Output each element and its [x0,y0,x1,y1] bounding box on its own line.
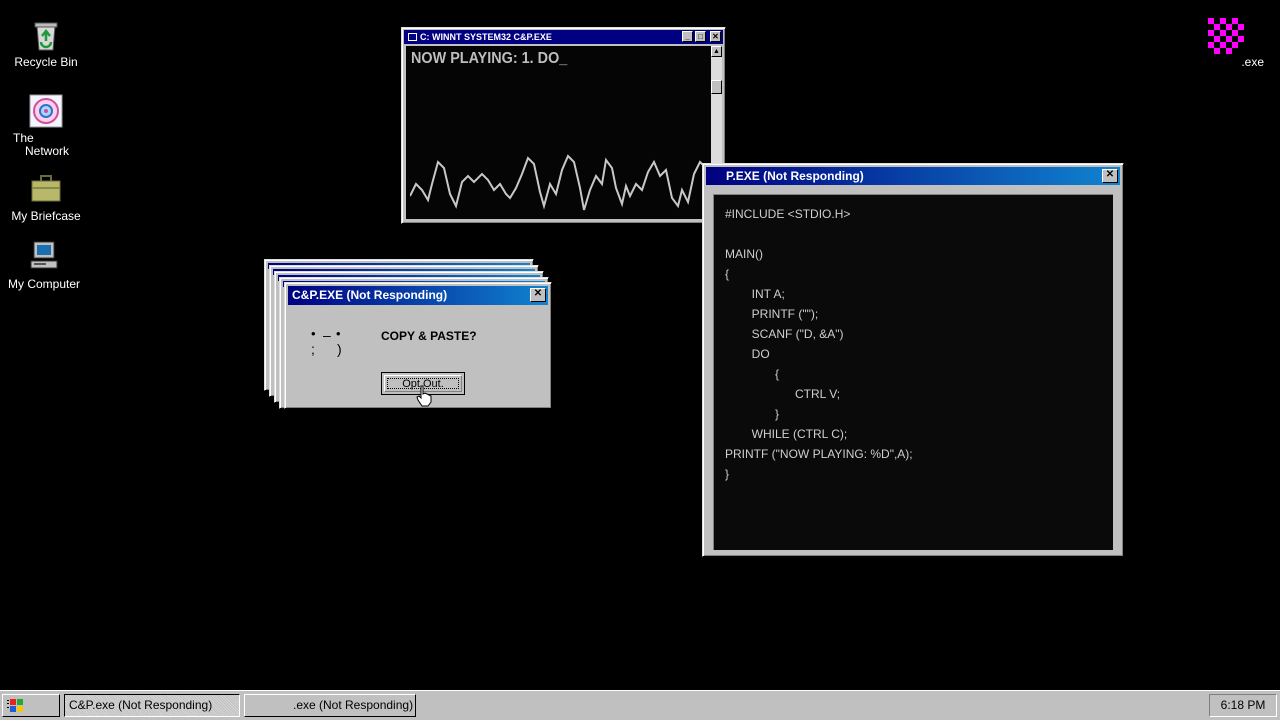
close-button[interactable]: ✕ [1102,169,1118,183]
scroll-thumb[interactable] [711,80,722,94]
sad-face-icon: • – • ; ) [309,326,349,358]
my-computer-label: My Computer [7,277,81,291]
copy-paste-dialog[interactable]: C&P.EXE (Not Responding) ✕ • – • ; ) COP… [284,282,552,409]
close-button[interactable]: ✕ [710,31,721,42]
svg-text:•: • [311,326,316,341]
audio-waveform [410,154,707,211]
console-output: NOW PLAYING: 1. DO_ [406,46,711,219]
taskbar-item-label: C&P.exe (Not Responding) [69,698,213,712]
dialog-title: C&P.EXE (Not Responding) [292,288,448,302]
desktop-icon-the-network[interactable]: The Network [1,94,91,158]
checkered-exe-icon [1208,18,1244,54]
svg-text:): ) [337,341,342,357]
clock-text: 6:18 PM [1220,698,1266,712]
hand-cursor-icon [416,385,432,407]
taskbar-item-exe[interactable]: .exe (Not Responding) [244,694,416,717]
desktop-icon-recycle-bin[interactable]: Recycle Bin [1,18,91,69]
code-listing: #INCLUDE <STDIO.H> MAIN() { INT A; PRINT… [725,207,913,481]
dialog-titlebar[interactable]: C&P.EXE (Not Responding) ✕ [288,286,548,305]
desktop-icon-exe[interactable]: .exe [1200,18,1268,69]
svg-text:•: • [336,326,341,341]
svg-text:–: – [323,327,331,343]
recycle-bin-icon [29,18,63,52]
svg-text:;: ; [311,341,315,357]
console-app-icon [408,33,417,41]
desktop-icon-my-computer[interactable]: My Computer [0,240,89,291]
network-label-line2: Network [25,144,70,158]
taskbar-item-cp-exe[interactable]: C&P.exe (Not Responding) [64,694,240,717]
console-titlebar[interactable]: C: WINNT SYSTEM32 C&P.EXE _ □ ✕ [404,30,723,44]
start-button[interactable] [2,694,60,717]
system-tray-clock[interactable]: 6:18 PM [1209,694,1277,717]
windows-logo-icon [7,699,23,712]
code-window[interactable]: P.EXE (Not Responding) ✕ #INCLUDE <STDIO… [702,163,1124,557]
console-window[interactable]: C: WINNT SYSTEM32 C&P.EXE _ □ ✕ NOW PLAY… [401,27,726,224]
taskbar-item-label: .exe (Not Responding) [293,698,414,712]
network-icon [29,94,63,128]
close-button[interactable]: ✕ [530,288,546,302]
desktop-icon-my-briefcase[interactable]: My Briefcase [1,172,91,223]
briefcase-icon [29,172,63,206]
scroll-up-arrow[interactable]: ▲ [711,46,722,57]
briefcase-label: My Briefcase [11,209,81,223]
dialog-message: COPY & PASTE? [381,329,477,343]
code-titlebar[interactable]: P.EXE (Not Responding) ✕ [706,167,1120,185]
maximize-button[interactable]: □ [695,31,706,42]
taskbar: C&P.exe (Not Responding) .exe (Not Respo… [0,690,1280,720]
console-title: C: WINNT SYSTEM32 C&P.EXE [420,32,552,42]
code-window-title: P.EXE (Not Responding) [726,169,864,183]
computer-icon [27,240,61,274]
recycle-bin-label: Recycle Bin [14,55,78,69]
exe-label: .exe [1241,55,1264,69]
minimize-button[interactable]: _ [682,31,693,42]
now-playing-text: NOW PLAYING: 1. DO_ [411,50,568,67]
